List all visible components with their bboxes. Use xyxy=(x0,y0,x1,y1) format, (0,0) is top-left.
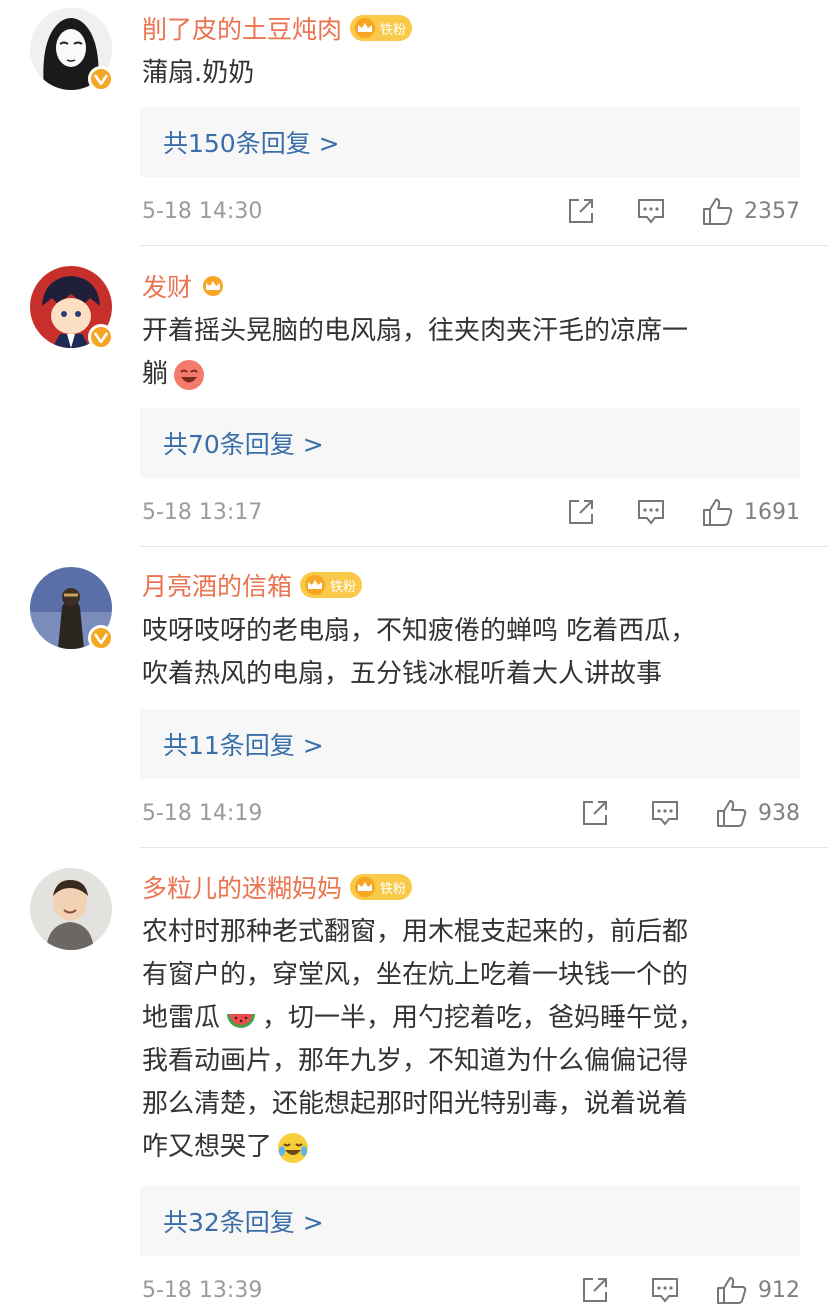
like-count: 938 xyxy=(758,800,800,826)
fan-badge-label: 铁粉 xyxy=(380,22,407,38)
replies-link[interactable]: 共11条回复 > xyxy=(163,726,324,762)
replies-box[interactable]: 共150条回复 > xyxy=(140,107,800,177)
comment-time: 5-18 13:17 xyxy=(142,499,263,525)
crown-icon xyxy=(305,575,326,595)
thumbs-up-icon xyxy=(703,499,733,526)
laughing-emoji-icon xyxy=(174,359,205,390)
username[interactable]: 多粒儿的迷糊妈妈 xyxy=(142,869,342,905)
comment-icon[interactable] xyxy=(636,196,666,226)
like-count: 1691 xyxy=(744,499,800,525)
share-icon[interactable] xyxy=(580,798,610,828)
comment-text: 吱呀吱呀的老电扇，不知疲倦的蝉鸣 吃着西瓜， 吹着热风的电扇，五分钱冰棍听着大人… xyxy=(142,610,792,696)
comment-text-line: 吹着热风的电扇，五分钱冰棍听着大人讲故事 xyxy=(142,659,663,689)
comment-time: 5-18 14:30 xyxy=(142,198,263,224)
avatar[interactable] xyxy=(30,868,112,950)
fan-badge-label: 铁粉 xyxy=(330,579,357,595)
comment-text: 开着摇头晃脑的电风扇，往夹肉夹汗毛的凉席一 躺 xyxy=(142,310,792,396)
comment-text-line: 那么清楚，还能想起那时阳光特别毒，说着说着 xyxy=(142,1089,689,1119)
fan-badge[interactable]: 铁粉 xyxy=(300,572,363,598)
comment-text-line: 咋又想哭了 xyxy=(142,1132,273,1162)
crown-icon xyxy=(355,877,376,897)
comment-text-line: 农村时那种老式翻窗，用木棍支起来的，前后都 xyxy=(142,917,689,947)
comment-icon[interactable] xyxy=(650,798,680,828)
comment-text-line: 我看动画片，那年九岁，不知道为什么偏偏记得 xyxy=(142,1046,689,1076)
share-icon[interactable] xyxy=(566,196,596,226)
fan-badge[interactable] xyxy=(200,273,226,299)
comment-text: 蒲扇.奶奶 xyxy=(142,52,792,95)
share-icon[interactable] xyxy=(566,497,596,527)
watermelon-emoji-icon xyxy=(227,1013,256,1028)
comment-icon[interactable] xyxy=(636,497,666,527)
replies-link[interactable]: 共150条回复 > xyxy=(163,124,340,160)
fan-badge[interactable]: 铁粉 xyxy=(350,15,413,41)
comment-text-line: 有窗户的，穿堂风，坐在炕上吃着一块钱一个的 xyxy=(142,960,689,990)
fan-badge-label: 铁粉 xyxy=(380,881,407,897)
username[interactable]: 削了皮的土豆炖肉 xyxy=(142,10,342,46)
comment-text-line: 地雷瓜 xyxy=(142,1003,221,1033)
replies-box[interactable]: 共11条回复 > xyxy=(140,709,800,779)
thumbs-up-icon xyxy=(717,800,747,827)
comment-text-line: 吱呀吱呀的老电扇，不知疲倦的蝉鸣 吃着西瓜， xyxy=(142,616,697,646)
like-button[interactable]: 912 xyxy=(716,1275,800,1305)
thumbs-up-icon xyxy=(717,1277,747,1304)
like-count: 912 xyxy=(758,1277,800,1303)
crown-icon xyxy=(203,276,224,296)
divider xyxy=(140,847,828,848)
thumbs-up-icon xyxy=(703,198,733,225)
comment-text: 农村时那种老式翻窗，用木棍支起来的，前后都 有窗户的，穿堂风，坐在炕上吃着一块钱… xyxy=(142,911,792,1169)
comment-time: 5-18 14:19 xyxy=(142,800,263,826)
verified-v-icon xyxy=(88,625,114,651)
like-button[interactable]: 1691 xyxy=(702,497,800,527)
comment-text-line: 蒲扇.奶奶 xyxy=(142,58,255,88)
comment-text-line: 躺 xyxy=(142,359,169,389)
username[interactable]: 发财 xyxy=(142,268,192,304)
verified-v-icon xyxy=(88,66,114,92)
comment-text-line: ，切一半，用勺挖着吃，爸妈睡午觉， xyxy=(262,1003,705,1033)
comment-icon[interactable] xyxy=(650,1275,680,1305)
comment-text-line: 开着摇头晃脑的电风扇，往夹肉夹汗毛的凉席一 xyxy=(142,316,689,346)
replies-box[interactable]: 共32条回复 > xyxy=(140,1186,800,1256)
replies-link[interactable]: 共70条回复 > xyxy=(163,425,324,461)
crown-icon xyxy=(355,18,376,38)
comment-time: 5-18 13:39 xyxy=(142,1277,263,1303)
avatar[interactable] xyxy=(30,567,114,651)
fan-badge[interactable]: 铁粉 xyxy=(350,874,413,900)
avatar[interactable] xyxy=(30,8,114,92)
verified-v-icon xyxy=(88,324,114,350)
replies-link[interactable]: 共32条回复 > xyxy=(163,1203,324,1239)
crying-laughing-emoji-icon xyxy=(278,1132,309,1163)
share-icon[interactable] xyxy=(580,1275,610,1305)
replies-box[interactable]: 共70条回复 > xyxy=(140,408,800,478)
like-count: 2357 xyxy=(744,198,800,224)
avatar[interactable] xyxy=(30,266,114,350)
like-button[interactable]: 2357 xyxy=(702,196,800,226)
divider xyxy=(140,546,828,547)
username[interactable]: 月亮酒的信箱 xyxy=(142,567,292,603)
like-button[interactable]: 938 xyxy=(716,798,800,828)
divider xyxy=(140,245,828,246)
